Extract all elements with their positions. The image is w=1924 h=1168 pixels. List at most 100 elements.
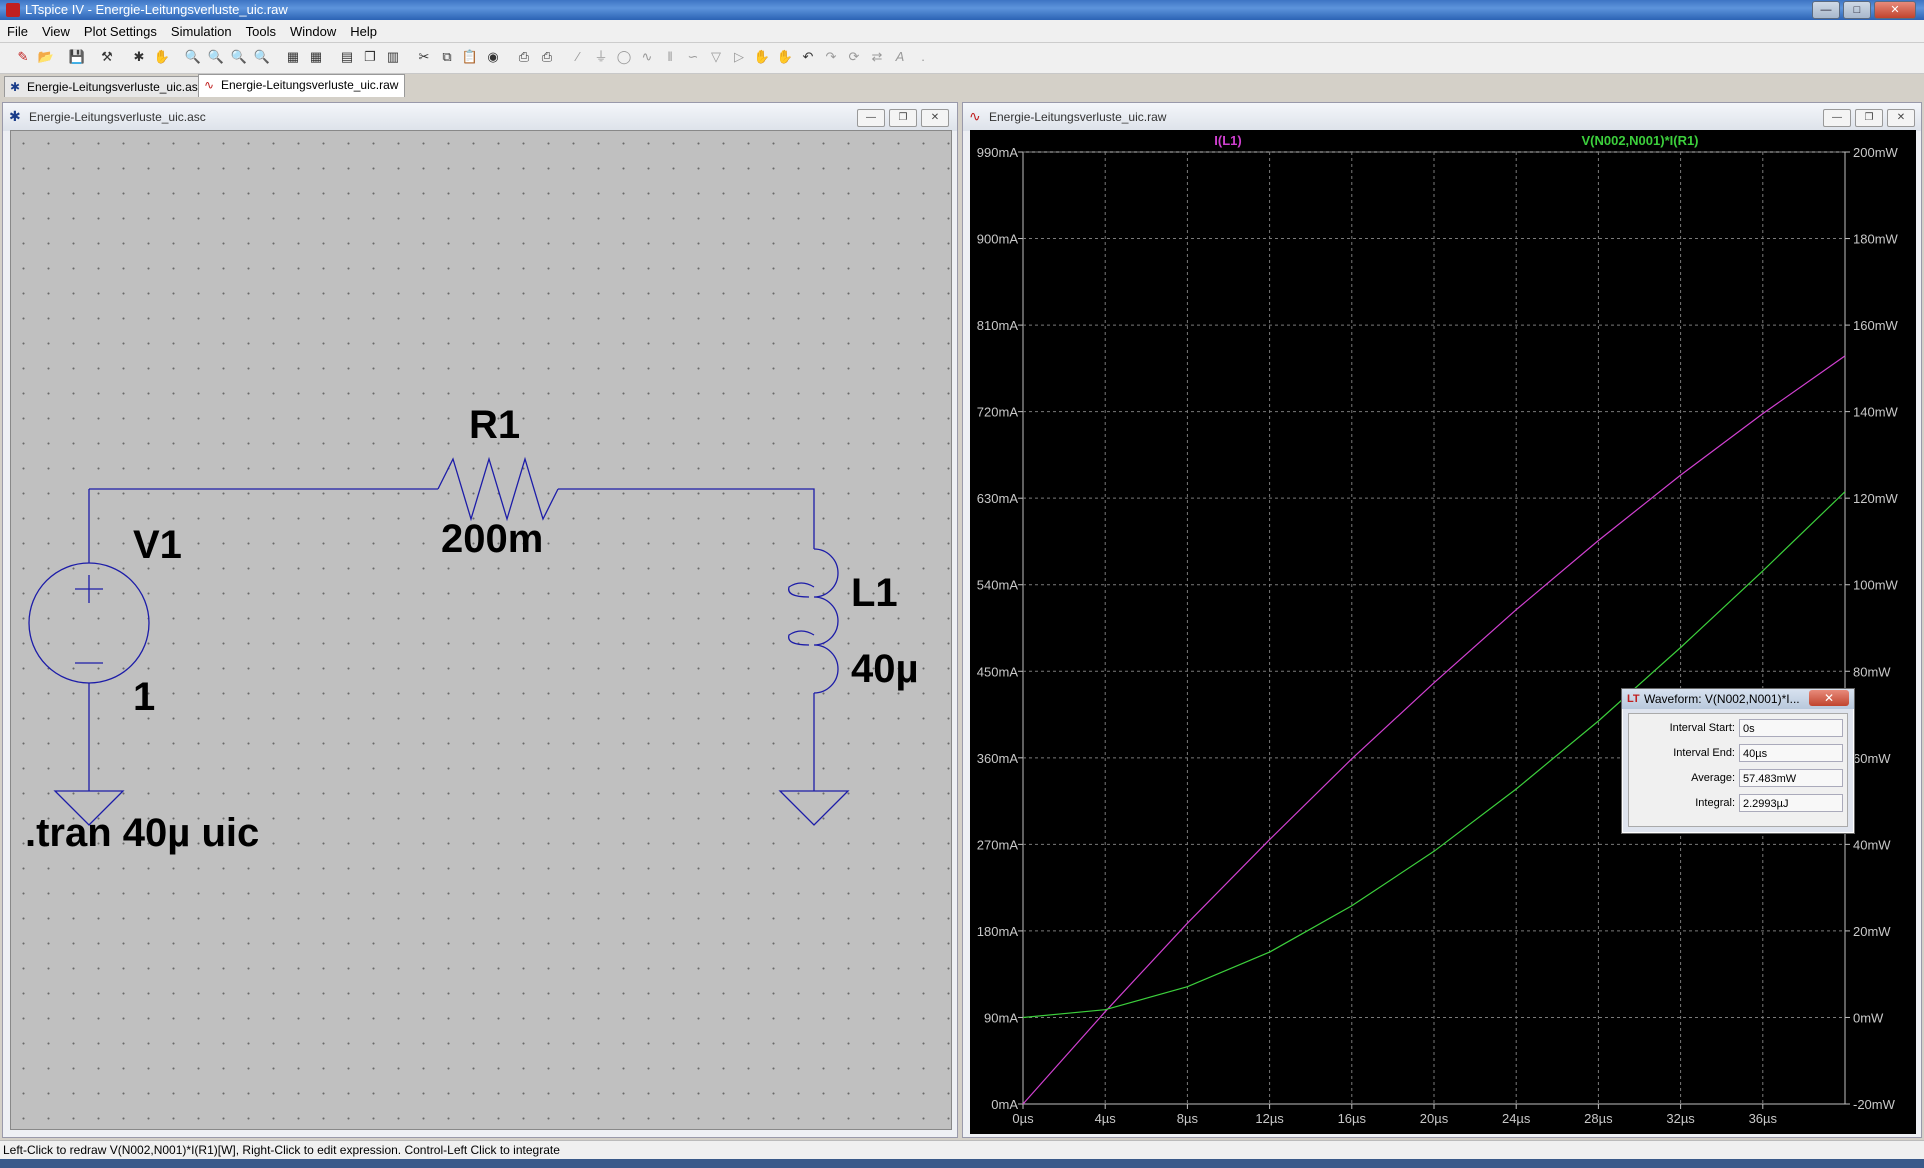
- resistor-icon[interactable]: ∿: [638, 48, 656, 66]
- document-tabs: ✱ Energie-Leitungsverluste_uic.asc ∿ Ene…: [0, 74, 1924, 98]
- menu-simulation[interactable]: Simulation: [164, 24, 239, 39]
- menu-tools[interactable]: Tools: [239, 24, 283, 39]
- schematic-icon: ✱: [10, 80, 21, 94]
- find-icon[interactable]: ◉: [484, 48, 502, 66]
- wire-top-right: [558, 488, 815, 549]
- right-axis-tick-label: 180mW: [1853, 232, 1899, 247]
- menu-help[interactable]: Help: [343, 24, 384, 39]
- tile-horizontal-icon[interactable]: ▤: [338, 48, 356, 66]
- schematic-icon: ✱: [9, 108, 21, 124]
- schematic-window-title: Energie-Leitungsverluste_uic.asc: [29, 110, 206, 124]
- left-axis-tick-label: 900mA: [977, 232, 1019, 247]
- copy-icon[interactable]: ⧉: [438, 48, 456, 66]
- label-net-icon[interactable]: ◯: [615, 48, 633, 66]
- restore-button[interactable]: ❐: [889, 109, 917, 127]
- paste-icon[interactable]: 📋: [461, 48, 479, 66]
- interval-end-label: Interval End:: [1673, 747, 1735, 759]
- right-axis-tick-label: 20mW: [1853, 924, 1891, 939]
- halt-icon[interactable]: ✋: [153, 48, 171, 66]
- left-axis-tick-label: 270mA: [977, 837, 1019, 852]
- interval-end-field[interactable]: 40µs: [1739, 744, 1843, 762]
- right-axis-tick-label: 60mW: [1853, 751, 1891, 766]
- menu-file[interactable]: File: [0, 24, 35, 39]
- waveform-chart[interactable]: 0mA 90mA 180mA 270mA 360mA 450mA 540mA 630mA 720…: [970, 130, 1916, 1134]
- wire-icon[interactable]: ∕: [569, 48, 587, 66]
- print-icon[interactable]: ⎙: [538, 48, 556, 66]
- schematic-canvas[interactable]: R1 200m V1 1 L1 40µ .tran 40µ uic: [10, 130, 952, 1130]
- menu-plot-settings[interactable]: Plot Settings: [77, 24, 164, 39]
- rotate-icon[interactable]: ⟳: [845, 48, 863, 66]
- control-panel-icon[interactable]: ⚒: [98, 48, 116, 66]
- tran-directive[interactable]: .tran 40µ uic: [25, 811, 259, 856]
- left-axis-tick-label: 720mA: [977, 405, 1019, 420]
- new-schematic-icon[interactable]: ✎: [14, 48, 32, 66]
- x-axis-tick-label: 4µs: [1095, 1111, 1117, 1126]
- inductor-icon[interactable]: ∽: [684, 48, 702, 66]
- tab-waveform[interactable]: ∿ Energie-Leitungsverluste_uic.raw: [198, 74, 406, 97]
- v1-name-label[interactable]: V1: [133, 523, 182, 568]
- l1-value-label[interactable]: 40µ: [851, 647, 919, 692]
- interval-start-field[interactable]: 0s: [1739, 719, 1843, 737]
- diode-icon[interactable]: ▽: [707, 48, 725, 66]
- tile-vertical-icon[interactable]: ▥: [384, 48, 402, 66]
- menu-view[interactable]: View: [35, 24, 77, 39]
- left-axis-tick-label: 90mA: [984, 1010, 1018, 1025]
- waveform-plot[interactable]: 0mA 90mA 180mA 270mA 360mA 450mA 540mA 630mA 720…: [970, 130, 1916, 1134]
- close-button[interactable]: ✕: [1887, 109, 1915, 127]
- mirror-icon[interactable]: ⇄: [868, 48, 886, 66]
- zoom-fit-icon[interactable]: 🔍: [253, 48, 271, 66]
- average-field[interactable]: 57.483mW: [1739, 769, 1843, 787]
- restore-button[interactable]: ❐: [1855, 109, 1883, 127]
- right-axis-tick-label: 100mW: [1853, 578, 1899, 593]
- cursor-icon[interactable]: ▦: [307, 48, 325, 66]
- r1-value-label[interactable]: 200m: [441, 517, 543, 562]
- x-axis-tick-label: 8µs: [1177, 1111, 1199, 1126]
- component-icon[interactable]: ▷: [730, 48, 748, 66]
- minimize-button[interactable]: —: [1812, 1, 1840, 19]
- run-icon[interactable]: ✱: [130, 48, 148, 66]
- x-axis-tick-label: 0µs: [1012, 1111, 1034, 1126]
- autorange-icon[interactable]: ▦: [284, 48, 302, 66]
- save-icon[interactable]: 💾: [68, 48, 86, 66]
- zoom-in-icon[interactable]: 🔍: [184, 48, 202, 66]
- minimize-button[interactable]: —: [857, 109, 885, 127]
- cut-icon[interactable]: ✂: [415, 48, 433, 66]
- r1-name-label[interactable]: R1: [469, 403, 520, 448]
- capacitor-icon[interactable]: ‖: [661, 48, 679, 66]
- right-axis-tick-label: 200mW: [1853, 145, 1899, 160]
- left-axis-tick-label: 990mA: [977, 145, 1019, 160]
- v1-value-label[interactable]: 1: [133, 675, 155, 720]
- close-button[interactable]: ✕: [921, 109, 949, 127]
- ground-icon[interactable]: ⏚: [592, 48, 610, 66]
- right-axis-tick-label: 160mW: [1853, 318, 1899, 333]
- x-axis-tick-label: 20µs: [1420, 1111, 1449, 1126]
- integral-field[interactable]: 2.2993µJ: [1739, 794, 1843, 812]
- right-axis-tick-label: 0mW: [1853, 1010, 1884, 1025]
- drag-icon[interactable]: ✋: [776, 48, 794, 66]
- menu-window[interactable]: Window: [283, 24, 343, 39]
- move-icon[interactable]: ✋: [753, 48, 771, 66]
- zoom-pan-icon[interactable]: 🔍: [207, 48, 225, 66]
- left-axis-tick-label: 0mA: [991, 1097, 1018, 1112]
- right-axis-tick-label: 40mW: [1853, 837, 1891, 852]
- waveform-window-title: Energie-Leitungsverluste_uic.raw: [989, 110, 1167, 124]
- status-bar: Left-Click to redraw V(N002,N001)*I(R1)[…: [0, 1140, 1924, 1159]
- text-icon[interactable]: A: [891, 48, 909, 66]
- spice-directive-icon[interactable]: .: [914, 48, 932, 66]
- x-axis-tick-label: 12µs: [1255, 1111, 1284, 1126]
- close-button[interactable]: ✕: [1874, 1, 1916, 19]
- interval-start-label: Interval Start:: [1669, 722, 1735, 734]
- cascade-icon[interactable]: ❐: [361, 48, 379, 66]
- undo-icon[interactable]: ↶: [799, 48, 817, 66]
- l1-name-label[interactable]: L1: [851, 571, 898, 616]
- minimize-button[interactable]: —: [1823, 109, 1851, 127]
- dialog-close-button[interactable]: ✕: [1809, 690, 1849, 706]
- zoom-out-icon[interactable]: 🔍: [230, 48, 248, 66]
- redo-icon[interactable]: ↷: [822, 48, 840, 66]
- legend-entry-1: I(L1): [1214, 133, 1241, 148]
- ltspice-logo-icon: [6, 3, 20, 17]
- tab-schematic[interactable]: ✱ Energie-Leitungsverluste_uic.asc: [4, 76, 211, 97]
- open-folder-icon[interactable]: 📂: [37, 48, 55, 66]
- maximize-button[interactable]: □: [1843, 1, 1871, 19]
- print-preview-icon[interactable]: ⎙: [515, 48, 533, 66]
